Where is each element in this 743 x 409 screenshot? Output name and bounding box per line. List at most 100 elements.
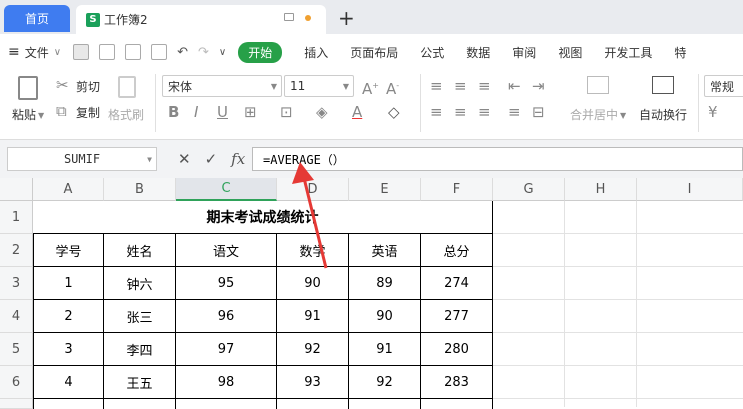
table-cell[interactable]: 1: [33, 267, 104, 300]
justify-icon[interactable]: ≡: [508, 104, 521, 120]
merge-borders-icon[interactable]: ⊡: [280, 104, 293, 120]
new-tab-plus-icon[interactable]: +: [338, 6, 355, 30]
underline-icon[interactable]: U: [217, 104, 228, 120]
table-cell[interactable]: 2: [33, 300, 104, 333]
cancel-icon[interactable]: ✕: [178, 150, 191, 168]
column-header-f[interactable]: F: [421, 178, 493, 201]
copy-button[interactable]: 复制: [76, 104, 100, 121]
row-header-5[interactable]: 5: [0, 333, 33, 366]
customize-dropdown-icon[interactable]: ∨: [219, 47, 226, 58]
tab-review[interactable]: 审阅: [512, 44, 536, 61]
tab-special[interactable]: 特: [674, 44, 686, 61]
table-cell[interactable]: 王五: [104, 366, 176, 399]
increase-font-icon[interactable]: A+: [362, 78, 379, 97]
save-icon[interactable]: [73, 44, 90, 60]
print-preview-icon[interactable]: [151, 44, 168, 60]
row-header-4[interactable]: 4: [0, 300, 33, 333]
fill-color-icon[interactable]: ◈: [316, 104, 328, 120]
table-cell[interactable]: 96: [176, 300, 277, 333]
number-format-select[interactable]: 常规: [704, 75, 743, 97]
header-cell-english[interactable]: 英语: [349, 234, 421, 267]
paste-dropdown-icon[interactable]: ▼: [38, 108, 44, 124]
header-cell-id[interactable]: 学号: [33, 234, 104, 267]
table-cell[interactable]: 280: [421, 333, 493, 366]
table-cell[interactable]: 98: [176, 366, 277, 399]
table-cell[interactable]: [104, 399, 176, 409]
table-cell[interactable]: 89: [349, 267, 421, 300]
table-cell[interactable]: 张三: [104, 300, 176, 333]
table-cell[interactable]: 283: [421, 366, 493, 399]
table-cell[interactable]: 92: [349, 366, 421, 399]
column-header-c[interactable]: C: [176, 178, 277, 201]
insert-function-icon[interactable]: fx: [231, 150, 245, 168]
table-cell[interactable]: 91: [277, 300, 349, 333]
table-cell[interactable]: 274: [421, 267, 493, 300]
row-header-2[interactable]: 2: [0, 234, 33, 267]
align-right-icon[interactable]: ≡: [478, 104, 491, 120]
indent-increase-icon[interactable]: ⇥: [532, 78, 545, 94]
tab-start[interactable]: 开始: [238, 41, 283, 63]
borders-icon[interactable]: ⊞: [244, 104, 257, 120]
decrease-font-icon[interactable]: A-: [386, 78, 399, 97]
merge-center-button[interactable]: 合并居中: [570, 106, 618, 123]
row-header-1[interactable]: 1: [0, 201, 33, 234]
column-header-g[interactable]: G: [493, 178, 565, 201]
column-header-a[interactable]: A: [33, 178, 104, 201]
font-color-icon[interactable]: A: [352, 104, 362, 120]
table-cell[interactable]: [176, 399, 277, 409]
font-name-select[interactable]: 宋体 ▼: [162, 75, 282, 97]
column-header-i[interactable]: I: [637, 178, 743, 201]
table-cell[interactable]: 93: [277, 366, 349, 399]
wrap-text-button[interactable]: 自动换行: [639, 106, 687, 123]
table-cell[interactable]: [349, 399, 421, 409]
currency-icon[interactable]: ¥: [708, 104, 718, 120]
redo-icon[interactable]: ↷: [198, 45, 209, 60]
align-middle-icon[interactable]: ≡: [454, 78, 467, 94]
table-cell[interactable]: [277, 399, 349, 409]
table-cell[interactable]: 3: [33, 333, 104, 366]
tab-data[interactable]: 数据: [466, 44, 490, 61]
undo-icon[interactable]: ↶: [177, 45, 188, 60]
column-header-h[interactable]: H: [565, 178, 637, 201]
align-left-icon[interactable]: ≡: [430, 104, 443, 120]
distributed-icon[interactable]: ⊟: [532, 104, 545, 120]
align-bottom-icon[interactable]: ≡: [478, 78, 491, 94]
row-header-7[interactable]: [0, 399, 33, 409]
table-cell[interactable]: 90: [349, 300, 421, 333]
column-header-e[interactable]: E: [349, 178, 421, 201]
table-cell[interactable]: 钟六: [104, 267, 176, 300]
tab-formulas[interactable]: 公式: [420, 44, 444, 61]
table-cell[interactable]: 4: [33, 366, 104, 399]
table-cell[interactable]: 92: [277, 333, 349, 366]
tab-home[interactable]: 首页: [4, 5, 70, 32]
header-cell-chinese[interactable]: 语文: [176, 234, 277, 267]
bold-icon[interactable]: B: [168, 104, 179, 120]
table-cell[interactable]: [33, 399, 104, 409]
font-size-select[interactable]: 11 ▼: [284, 75, 354, 97]
tab-developer[interactable]: 开发工具: [604, 44, 652, 61]
file-menu[interactable]: ≡ 文件 ∨: [8, 44, 61, 61]
paste-button[interactable]: 粘贴: [12, 106, 36, 123]
cut-button[interactable]: 剪切: [76, 78, 100, 95]
name-box[interactable]: SUMIF ▼: [7, 147, 157, 171]
indent-decrease-icon[interactable]: ⇤: [508, 78, 521, 94]
tab-insert[interactable]: 插入: [304, 44, 328, 61]
monitor-icon[interactable]: [284, 13, 294, 21]
table-cell[interactable]: 李四: [104, 333, 176, 366]
format-painter-button[interactable]: 格式刷: [108, 106, 144, 123]
table-cell[interactable]: 97: [176, 333, 277, 366]
select-all-corner[interactable]: [0, 178, 33, 201]
tab-page-layout[interactable]: 页面布局: [350, 44, 398, 61]
italic-icon[interactable]: I: [194, 104, 198, 120]
export-pdf-icon[interactable]: [99, 44, 116, 60]
align-top-icon[interactable]: ≡: [430, 78, 443, 94]
eraser-icon[interactable]: ◇: [388, 104, 400, 120]
align-center-icon[interactable]: ≡: [454, 104, 467, 120]
merge-dropdown-icon[interactable]: ▼: [620, 108, 626, 124]
print-icon[interactable]: [125, 44, 142, 60]
column-header-b[interactable]: B: [104, 178, 176, 201]
table-cell[interactable]: 91: [349, 333, 421, 366]
table-cell[interactable]: 95: [176, 267, 277, 300]
header-cell-name[interactable]: 姓名: [104, 234, 176, 267]
tab-view[interactable]: 视图: [558, 44, 582, 61]
